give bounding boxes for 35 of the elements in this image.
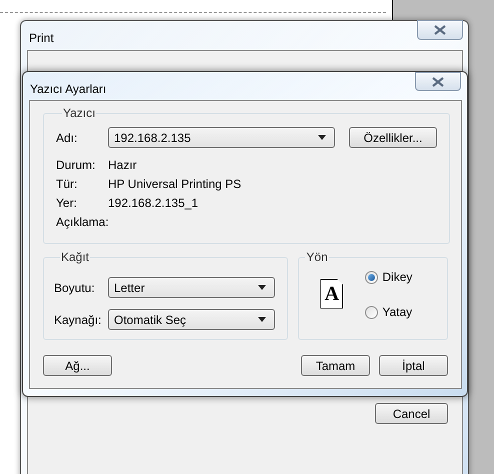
window-title: Print [29,30,54,47]
info-value: 192.168.2.135_1 [108,194,198,212]
radio-option[interactable]: Dikey [365,268,412,286]
dropdown[interactable]: Letter [108,277,275,298]
caret-icon [318,135,326,140]
info-label: Tür: [56,176,78,192]
page-icon: A [320,278,344,308]
info-value: Hazır [108,156,137,174]
close-icon [434,25,446,35]
close-button[interactable] [415,72,461,91]
properties-button[interactable]: Özellikler... [349,127,437,148]
caret-icon [258,317,266,322]
cancel-button[interactable]: Cancel [375,403,448,424]
radio-button[interactable] [365,270,378,284]
field-label: Kaynağı: [54,312,102,328]
close-icon [432,76,444,86]
radio-button[interactable] [365,306,378,318]
group-label: Yön [305,249,329,266]
ok-button[interactable]: Tamam [301,355,370,376]
field-label: Boyutu: [54,280,96,296]
cancel-button[interactable]: İptal [379,355,448,376]
dropdown[interactable]: 192.168.2.135 [108,127,335,148]
window-title: Yazıcı Ayarları [30,81,106,98]
info-label: Yer: [56,194,78,212]
network-button[interactable]: Ağ... [43,355,112,376]
info-label: Durum: [56,156,96,174]
dropdown[interactable]: Otomatik Seç [108,309,275,330]
field-label: Adı: [56,130,78,146]
radio-option[interactable]: Yatay [365,303,412,321]
close-button[interactable] [417,20,463,40]
group-label: Yazıcı [62,105,96,122]
group-label: Kağıt [60,249,90,266]
caret-icon [258,285,266,290]
info-label: Açıklama: [56,214,108,230]
info-value: HP Universal Printing PS [108,176,242,192]
